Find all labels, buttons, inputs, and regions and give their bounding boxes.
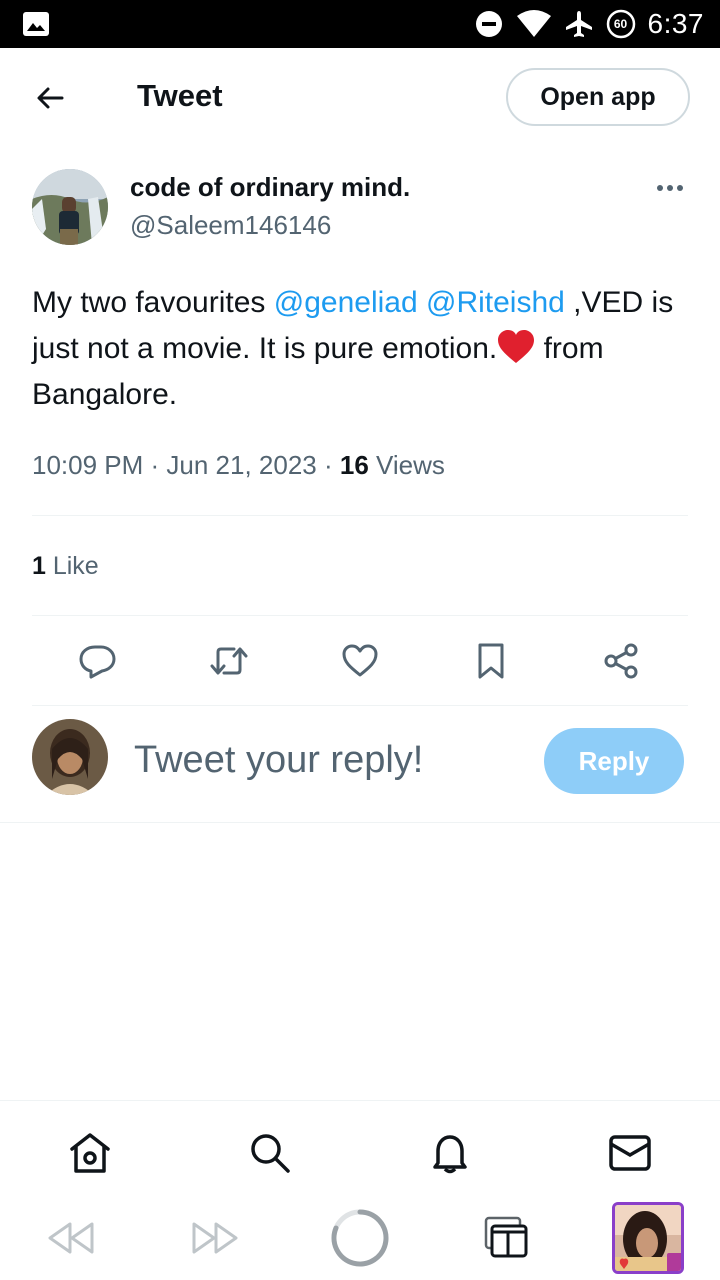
messages-icon [609, 1135, 651, 1171]
author-handle[interactable]: @Saleem146146 [130, 210, 331, 241]
header: Tweet Open app [0, 48, 720, 146]
rewind-icon [48, 1222, 94, 1254]
search-icon [251, 1134, 290, 1173]
nav-notifications[interactable] [428, 1131, 472, 1175]
retweet-action-button[interactable] [204, 636, 254, 686]
views-count: 16 [339, 450, 369, 480]
airplane-icon [565, 11, 592, 37]
tweet-meta: 10:09 PM · Jun 21, 2023 · 16 Views [32, 450, 445, 481]
likes-link[interactable]: 1 Like [32, 552, 99, 581]
fast-forward-icon [192, 1222, 238, 1254]
tweet-text: My two favourites @geneliad @Riteishd ,V… [32, 280, 692, 418]
bottom-nav [0, 1100, 720, 1196]
tabs-button[interactable] [476, 1208, 536, 1268]
divider [32, 615, 688, 616]
bookmark-icon [478, 643, 504, 679]
meta-separator: · [316, 450, 340, 480]
more-dot [677, 185, 683, 191]
divider [32, 705, 688, 706]
divider [32, 515, 688, 516]
nav-messages[interactable] [608, 1131, 652, 1175]
tab-thumbnail[interactable] [612, 1202, 684, 1274]
reply-action-button[interactable] [73, 636, 123, 686]
fast-forward-button[interactable] [186, 1208, 246, 1268]
page-title: Tweet [137, 78, 223, 113]
more-dot [667, 185, 673, 191]
mention-link[interactable]: @Riteishd [426, 286, 565, 319]
rewind-button[interactable] [40, 1208, 100, 1268]
home-icon [70, 1133, 110, 1173]
dnd-icon [475, 11, 502, 37]
like-icon [342, 644, 378, 677]
back-button[interactable] [28, 76, 72, 120]
retweet-icon [210, 647, 248, 675]
loading-icon [331, 1209, 389, 1267]
more-options-button[interactable] [652, 176, 688, 200]
notifications-icon [433, 1135, 467, 1174]
tabs-icon [484, 1216, 528, 1258]
open-app-button[interactable]: Open app [506, 68, 690, 126]
likes-count: 1 [32, 552, 46, 580]
gallery-icon [23, 12, 49, 36]
more-dot [657, 185, 663, 191]
reply-button[interactable]: Reply [544, 728, 684, 794]
author-name[interactable]: code of ordinary mind. [130, 172, 410, 203]
divider [0, 822, 720, 823]
share-icon [604, 643, 638, 679]
views-label: Views [368, 450, 445, 480]
status-bar: 60 6:37 [0, 0, 720, 48]
likes-label: Like [45, 552, 99, 580]
like-action-button[interactable] [335, 636, 385, 686]
wifi-icon [516, 10, 551, 37]
nav-home[interactable] [68, 1131, 112, 1175]
nav-search[interactable] [248, 1131, 292, 1175]
tweet-actions [0, 636, 720, 686]
mention-link[interactable]: @geneliad [274, 286, 418, 319]
meta-separator: · [143, 450, 167, 480]
status-time: 6:37 [647, 8, 704, 39]
battery-level: 60 [613, 17, 628, 31]
user-avatar[interactable] [32, 719, 108, 795]
reply-icon [79, 645, 116, 679]
tweet-date[interactable]: Jun 21, 2023 [166, 450, 316, 480]
bookmark-action-button[interactable] [466, 636, 516, 686]
battery-icon: 60 [606, 9, 636, 39]
browser-toolbar [0, 1196, 720, 1280]
author-avatar[interactable] [32, 169, 108, 245]
reply-input[interactable] [134, 736, 514, 784]
tweet-text-space [418, 286, 426, 319]
tweet-time: 10:09 PM [32, 450, 144, 480]
share-action-button[interactable] [596, 636, 646, 686]
tweet-text-part: My two favourites [32, 286, 274, 319]
loading-button[interactable] [330, 1208, 390, 1268]
red-heart-emoji-icon [498, 330, 535, 363]
arrow-left-icon [37, 87, 64, 109]
